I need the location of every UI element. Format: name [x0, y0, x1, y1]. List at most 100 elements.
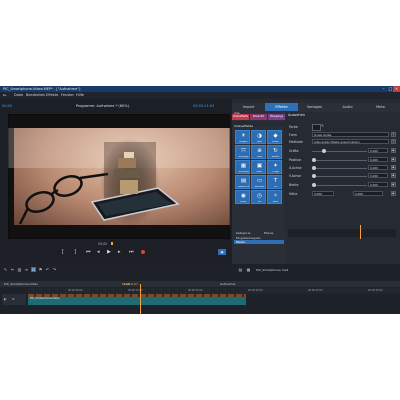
method-select[interactable]: Alles außer Maske ausschneiden [312, 139, 389, 144]
play-icon[interactable]: ▶ [107, 249, 111, 255]
tab-effekte[interactable]: Effekte [265, 103, 298, 111]
redo-icon[interactable]: ↷ [52, 267, 57, 272]
x-axis-value[interactable]: 0,000 [368, 165, 388, 170]
marker-icon[interactable]: ⚑ [38, 267, 43, 272]
effect-design[interactable]: ✦ Design [267, 160, 282, 174]
effects-group-title: Videoeffekte [234, 124, 253, 128]
app-menu-icon[interactable]: ▸▸ [3, 93, 7, 97]
position-value[interactable]: 0,000 [368, 157, 388, 162]
y-axis-slider-handle[interactable] [312, 174, 316, 178]
y-axis-value[interactable]: 0,000 [368, 173, 388, 178]
snap-icon[interactable]: ⊡ [31, 267, 36, 272]
track-tab-0[interactable]: PIC_Smartphone-Video [4, 282, 38, 286]
width-slider-handle[interactable] [312, 183, 316, 187]
effect-bild-in-bild[interactable]: ▭ Bild-in-Bild [251, 175, 266, 189]
category-videoeffekte[interactable]: Videoeffekte [232, 114, 249, 120]
y-axis-keyframe-button[interactable]: ◆ [391, 173, 396, 178]
effect-zeit[interactable]: ◷ Zeit [251, 190, 266, 204]
track-tab-2[interactable]: Aufnahme [220, 282, 235, 286]
menu-hilfe[interactable]: Hilfe [76, 93, 84, 97]
category-uebergaenge[interactable]: Übergänge [268, 114, 285, 120]
eyedropper-icon[interactable]: ✎ [321, 124, 324, 128]
effect-titel[interactable]: T Titel [267, 175, 282, 189]
effect-keyframe-track[interactable] [288, 229, 396, 237]
y-axis-slider[interactable] [312, 176, 367, 177]
ruler-mark: 00:00:30:00 [368, 289, 383, 292]
category-stereo3d[interactable]: Stereo3D [250, 114, 267, 120]
height-keyframe-button[interactable]: ◆ [391, 191, 396, 196]
mouse-mode-icon[interactable]: ↖ [3, 267, 8, 272]
preview-title: Programm: Aufnahme * (60%) [76, 104, 129, 108]
mark-out-icon[interactable]: ] [74, 249, 76, 255]
effect-stabilisieren[interactable]: ▤ Stabilisieren [235, 175, 250, 189]
effect-bewegung[interactable]: ⤧ Bewegung [235, 145, 250, 159]
timeline-toggle-icon[interactable]: ▤ [238, 267, 243, 272]
effect-label: Zoom [256, 155, 263, 158]
effect-label: Stabilisieren [237, 185, 250, 188]
position-slider-handle[interactable] [312, 158, 316, 162]
effect-maske[interactable]: ▣ Maske [251, 160, 266, 174]
timeline-playhead[interactable] [140, 284, 141, 314]
rotate-icon: ↻ [273, 148, 278, 154]
form-select[interactable]: Ovale Größe [312, 132, 389, 137]
size-slider-handle[interactable] [322, 149, 326, 153]
menu-datei[interactable]: Datei [14, 93, 23, 97]
distort-icon: ▦ [240, 163, 247, 169]
height-value-a[interactable]: 0,000 [312, 191, 334, 196]
x-axis-slider-handle[interactable] [312, 166, 316, 170]
tab-vorlagen[interactable]: Vorlagen [298, 103, 331, 111]
storyboard-icon[interactable]: ▦ [246, 267, 251, 272]
skip-end-icon[interactable]: ⏭ [129, 249, 134, 255]
mark-in-icon[interactable]: [ [62, 249, 64, 255]
width-slider[interactable] [312, 185, 367, 186]
x-axis-keyframe-button[interactable]: ◆ [391, 165, 396, 170]
menu-fenster[interactable]: Fenster [61, 93, 74, 97]
undo-icon[interactable]: ↶ [45, 267, 50, 272]
layer-list-col-ebene: Ebene [264, 231, 274, 235]
size-keyframe-button[interactable]: ◆ [391, 148, 396, 153]
height-value-b[interactable]: 0,000 [353, 191, 383, 196]
video-preview[interactable] [8, 114, 230, 239]
step-back-icon[interactable]: ◂ [97, 249, 100, 255]
position-slider[interactable] [312, 160, 367, 161]
tab-import[interactable]: Import [232, 103, 265, 111]
effect-verzerrung[interactable]: ▦ Verzerrung [235, 160, 250, 174]
size-value[interactable]: 0,000 [368, 148, 388, 153]
track-mute-icon[interactable]: ◐ [4, 297, 7, 301]
scissors-icon[interactable]: ✂ [10, 267, 15, 272]
effect-sch-rfe[interactable]: ◆ Schärfe [267, 130, 282, 144]
video-clip[interactable]: PIC_Smartphone-Video [28, 294, 246, 305]
width-keyframe-button[interactable]: ◆ [391, 182, 396, 187]
form-reset-button[interactable]: ▾ [391, 132, 396, 137]
menu-effekte[interactable]: Effekte [46, 93, 58, 97]
size-slider[interactable] [312, 151, 367, 152]
link-icon[interactable]: ∞ [24, 267, 29, 272]
window-title: PIC_Smartphone-Video.MEP* - ["Aufnahme"] [3, 87, 81, 91]
effect-label: Blende [240, 200, 247, 203]
trash-icon[interactable]: ▥ [17, 267, 22, 272]
skip-start-icon[interactable]: ⏮ [86, 249, 91, 255]
track-lock-icon[interactable]: ⊘ [12, 297, 15, 301]
step-forward-icon[interactable]: ▸ [118, 249, 121, 255]
color-picker-swatch[interactable] [312, 124, 321, 131]
effect-farbe[interactable]: ◑ Farbe [251, 130, 266, 144]
effect-blende[interactable]: ◉ Blende [235, 190, 250, 204]
position-keyframe-button[interactable]: ◆ [391, 157, 396, 162]
effect-rotation[interactable]: ↻ Rotation [267, 145, 282, 159]
zoom-icon: ⊕ [257, 148, 262, 154]
menu-bearbeiten[interactable]: Bearbeiten [26, 93, 45, 97]
method-reset-button[interactable]: ▾ [391, 139, 396, 144]
design-icon: ✦ [273, 163, 278, 169]
effect-zoom[interactable]: ⊕ Zoom [251, 145, 266, 159]
tab-meta[interactable]: Meta [364, 103, 397, 111]
record-button[interactable] [141, 250, 145, 254]
effect-helligkeit[interactable]: ☀ Helligkeit [235, 130, 250, 144]
fullscreen-button[interactable]: ▣ [218, 249, 226, 255]
preview-position-marker[interactable] [111, 242, 113, 245]
palette-icon: ◑ [257, 133, 262, 139]
effect-effekt[interactable]: ✧ Effekt [267, 190, 282, 204]
effect-playhead[interactable] [360, 225, 361, 239]
x-axis-slider[interactable] [312, 168, 367, 169]
width-value[interactable]: 0,000 [368, 182, 388, 187]
tab-audio[interactable]: Audio [331, 103, 364, 111]
